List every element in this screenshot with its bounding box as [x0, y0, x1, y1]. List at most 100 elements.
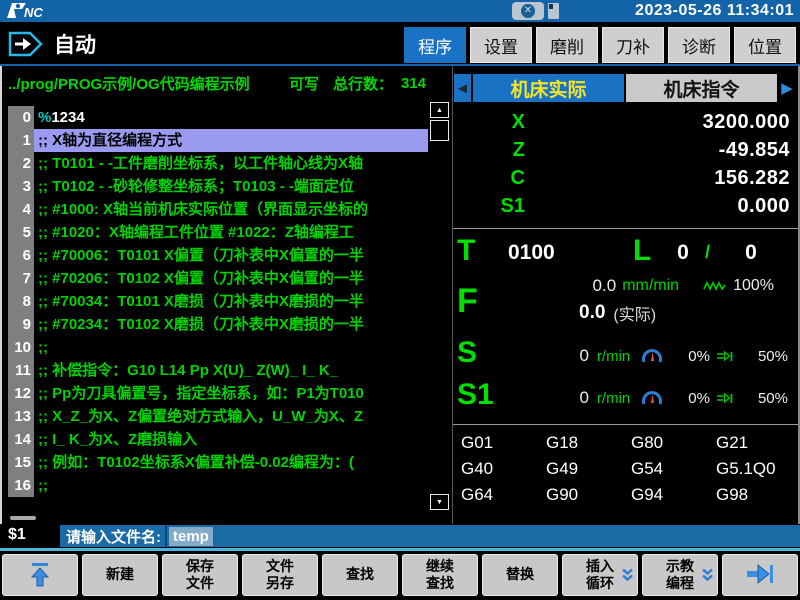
code-line[interactable]: 14;; I_ K_为X、Z磨损输入	[8, 428, 428, 451]
axis-positions: X3200.000Z-49.854C156.282S10.000	[453, 108, 790, 220]
tab-machine-actual[interactable]: 机床实际	[473, 74, 624, 102]
writable-flag: 可写	[289, 73, 319, 94]
softkey-find[interactable]: 查找	[322, 554, 398, 596]
axis-value: 156.282	[525, 167, 790, 190]
filename-input[interactable]: temp	[165, 525, 800, 547]
scroll-up-icon[interactable]: ▲	[430, 102, 449, 118]
gcode-G80: G80	[631, 430, 716, 456]
axis-value: 3200.000	[525, 111, 790, 134]
code-line[interactable]: 12;; Pp为刀具偏置号，指定坐标系，如：P1为T010	[8, 382, 428, 405]
code-line[interactable]: 13;; X_Z_为X、Z偏置绝对方式输入，U_W_为X、Z	[8, 405, 428, 428]
horizontal-scrollbar[interactable]	[8, 516, 426, 521]
code-line[interactable]: 5;; #1020：X轴编程工件位置 #1022：Z轴编程工	[8, 221, 428, 244]
prev-page-icon[interactable]: ◀	[454, 74, 471, 102]
filename-field[interactable]: 请输入文件名: temp	[60, 525, 800, 547]
program-number: 1234	[51, 109, 84, 126]
code-line[interactable]: 6;; #70006：T0101 X偏置（刀补表中X偏置的一半	[8, 244, 428, 267]
vertical-scrollbar[interactable]: ▲ ▼	[429, 102, 450, 510]
gcode-G01: G01	[461, 430, 546, 456]
tab-program[interactable]: 程序	[404, 27, 466, 63]
tab-machine-command[interactable]: 机床指令	[626, 74, 777, 102]
code-line[interactable]: 15;; 例如：T0102坐标系X偏置补偿-0.02编程为：(	[8, 451, 428, 474]
softkey-save-as[interactable]: 文件 另存	[242, 554, 318, 596]
softkey-jump-end[interactable]	[722, 554, 798, 596]
line-number: 14	[8, 428, 34, 451]
tab-diagnosis[interactable]: 诊断	[668, 27, 730, 63]
softkey-find-next[interactable]: 继续 查找	[402, 554, 478, 596]
main-area: ../prog/PROG示例/OG代码编程示例 可写 总行数： 314 0%12…	[0, 66, 800, 524]
datetime: 2023-05-26 11:34:01	[635, 0, 794, 22]
axis-row: S10.000	[453, 192, 790, 220]
line-number: 11	[8, 359, 34, 382]
code-line[interactable]: 16;;	[8, 474, 428, 497]
code-line[interactable]: 3;; T0102 - -砂轮修整坐标系；T0103 - -端面定位	[8, 175, 428, 198]
h-scrollbar-thumb[interactable]	[10, 516, 36, 520]
svg-text:NC: NC	[24, 5, 43, 20]
softkey-new-file[interactable]: 新建	[82, 554, 158, 596]
code-line-text: ;;	[34, 336, 428, 359]
tab-settings[interactable]: 设置	[470, 27, 532, 63]
loop-total: 0	[735, 241, 767, 265]
code-line[interactable]: 8;; #70034：T0101 X磨损（刀补表中X磨损的一半	[8, 290, 428, 313]
gcode-G54: G54	[631, 456, 716, 482]
file-path: ../prog/PROG示例/OG代码编程示例	[8, 73, 289, 94]
softkey-insert-cycle[interactable]: 插入 循环	[562, 554, 638, 596]
scroll-down-icon[interactable]: ▼	[430, 494, 449, 510]
line-number: 4	[8, 198, 34, 221]
filename-value: temp	[169, 527, 213, 546]
line-number: 10	[8, 336, 34, 359]
spindle-unit: r/min	[597, 348, 630, 365]
spindle-s-label: S	[457, 338, 477, 368]
code-line[interactable]: 0%1234	[8, 106, 428, 129]
code-line[interactable]: 11;; 补偿指令：G10 L14 Pp X(U)_ Z(W)_ I_ K_	[8, 359, 428, 382]
gcode-G64: G64	[461, 482, 546, 508]
axis-name: X	[453, 111, 525, 134]
tab-position[interactable]: 位置	[734, 27, 796, 63]
code-line[interactable]: 2;; T0101 - -工件磨削坐标系，以工件轴心线为X轴	[8, 152, 428, 175]
code-line[interactable]: 1;; X轴为直径编程方式	[8, 129, 428, 152]
code-line-text: ;; I_ K_为X、Z磨损输入	[34, 428, 428, 451]
code-line[interactable]: 7;; #70206：T0102 X偏置（刀补表中X偏置的一半	[8, 267, 428, 290]
scrollbar-thumb[interactable]	[430, 120, 449, 141]
code-line[interactable]: 10;;	[8, 336, 428, 359]
softkey-teach-program[interactable]: 示教 编程	[642, 554, 718, 596]
softkey-label: 替换	[506, 566, 534, 584]
loop-label: L	[633, 236, 651, 266]
grinder-icon	[716, 392, 734, 405]
spindle-unit: r/min	[597, 390, 630, 407]
gcode-G5.1Q0: G5.1Q0	[716, 456, 800, 482]
softkey-save-file[interactable]: 保存 文件	[162, 554, 238, 596]
spindle-speed: 0	[579, 346, 588, 366]
editor-header: ../prog/PROG示例/OG代码编程示例 可写 总行数： 314	[8, 72, 426, 94]
softkey-label: 保存 文件	[186, 558, 214, 593]
total-lines-value: 314	[401, 75, 426, 92]
grinder-icon	[716, 350, 734, 363]
gcode-G40: G40	[461, 456, 546, 482]
spindle-s-row: S 0 r/min 0% 50%	[453, 338, 798, 374]
tool-label: T	[457, 236, 475, 266]
tab-grinding[interactable]: 磨削	[536, 27, 598, 63]
code-area[interactable]: 0%12341;; X轴为直径编程方式2;; T0101 - -工件磨削坐标系，…	[8, 106, 428, 500]
tab-tool-comp[interactable]: 刀补	[602, 27, 664, 63]
feed-actual-label: (实际)	[613, 301, 656, 325]
axis-name: S1	[453, 195, 525, 218]
gcode-G94: G94	[631, 482, 716, 508]
top-status-bar: NC ✕ 2023-05-26 11:34:01	[0, 0, 800, 22]
line-number: 13	[8, 405, 34, 428]
code-line[interactable]: 9;; #70234：T0102 X磨损（刀补表中X磨损的一半	[8, 313, 428, 336]
nav-tabs: 程序设置磨削刀补诊断位置	[404, 27, 796, 63]
divider	[453, 228, 798, 229]
feed-waveform-icon	[703, 280, 727, 292]
softkey-replace[interactable]: 替换	[482, 554, 558, 596]
softkey-label: 新建	[106, 566, 134, 584]
softkey-return-top[interactable]	[2, 554, 78, 596]
loop-separator: /	[705, 242, 710, 263]
gcode-G98: G98	[716, 482, 800, 508]
program-editor: ../prog/PROG示例/OG代码编程示例 可写 总行数： 314 0%12…	[0, 66, 452, 524]
close-icon[interactable]: ✕	[512, 2, 544, 20]
next-page-icon[interactable]: ▶	[779, 74, 795, 102]
code-line[interactable]: 4;; #1000: X轴当前机床实际位置（界面显示坐标的	[8, 198, 428, 221]
gcode-G49: G49	[546, 456, 631, 482]
axis-value: -49.854	[525, 139, 790, 162]
spindle-s1-label: S1	[457, 380, 494, 410]
